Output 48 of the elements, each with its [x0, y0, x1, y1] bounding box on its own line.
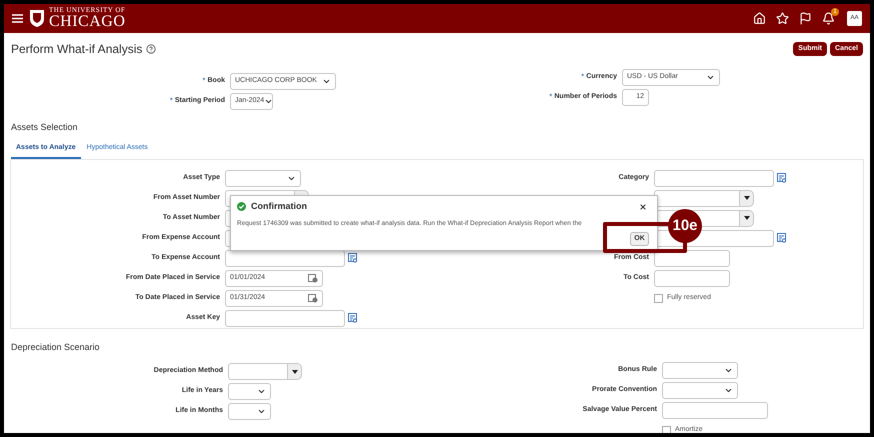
page-title: Perform What-if Analysis: [11, 41, 142, 58]
combo-field[interactable]: [654, 190, 740, 206]
menu-icon[interactable]: [12, 14, 23, 23]
text-field[interactable]: [654, 270, 730, 286]
star-icon[interactable]: [776, 12, 789, 25]
dropdown-button[interactable]: [740, 190, 754, 206]
dropdown-field[interactable]: [228, 383, 271, 400]
chevron-down-icon: [724, 366, 733, 375]
lookup-field[interactable]: [225, 310, 345, 326]
chevron-down-icon: [257, 407, 266, 416]
required-mark: *: [549, 91, 552, 103]
text-field[interactable]: [654, 250, 730, 266]
text-field[interactable]: [662, 402, 768, 419]
chevron-down-icon: [257, 387, 266, 396]
lookup-icon[interactable]: [348, 313, 358, 323]
lookup-icon[interactable]: [348, 253, 358, 263]
caret-icon: [292, 370, 298, 374]
help-icon[interactable]: [146, 44, 156, 54]
dropdown-field[interactable]: [225, 170, 301, 186]
lookup-icon[interactable]: [777, 173, 787, 183]
close-icon[interactable]: [639, 202, 647, 211]
lookup-field[interactable]: [654, 170, 774, 186]
home-icon[interactable]: [753, 12, 766, 25]
caret-icon: [744, 196, 750, 200]
caret-icon: [744, 216, 750, 220]
success-icon: [237, 202, 246, 212]
required-mark: *: [170, 95, 173, 107]
calendar-icon[interactable]: [308, 293, 318, 303]
checkbox[interactable]: [662, 426, 671, 433]
required-mark: *: [581, 71, 584, 83]
section-title: Depreciation Scenario: [10, 341, 101, 354]
dropdown-field[interactable]: [662, 382, 738, 399]
flag-icon[interactable]: [799, 12, 812, 25]
dropdown-field[interactable]: [662, 362, 738, 379]
lookup-icon[interactable]: [777, 233, 787, 243]
required-mark: *: [202, 75, 206, 87]
dropdown-button[interactable]: [288, 363, 302, 380]
chevron-down-icon: [724, 386, 733, 395]
dialog-title: Confirmation: [251, 200, 307, 213]
bell-icon[interactable]: [822, 12, 835, 25]
dropdown-field[interactable]: [228, 403, 271, 420]
checkbox[interactable]: [654, 294, 663, 302]
combo-field[interactable]: [228, 363, 288, 380]
calendar-icon[interactable]: [308, 273, 318, 283]
shield-icon: [29, 9, 45, 28]
section-title: Assets Selection: [10, 121, 79, 134]
logo-wordmark: CHICAGO: [49, 14, 126, 30]
dropdown-button[interactable]: [740, 210, 754, 226]
